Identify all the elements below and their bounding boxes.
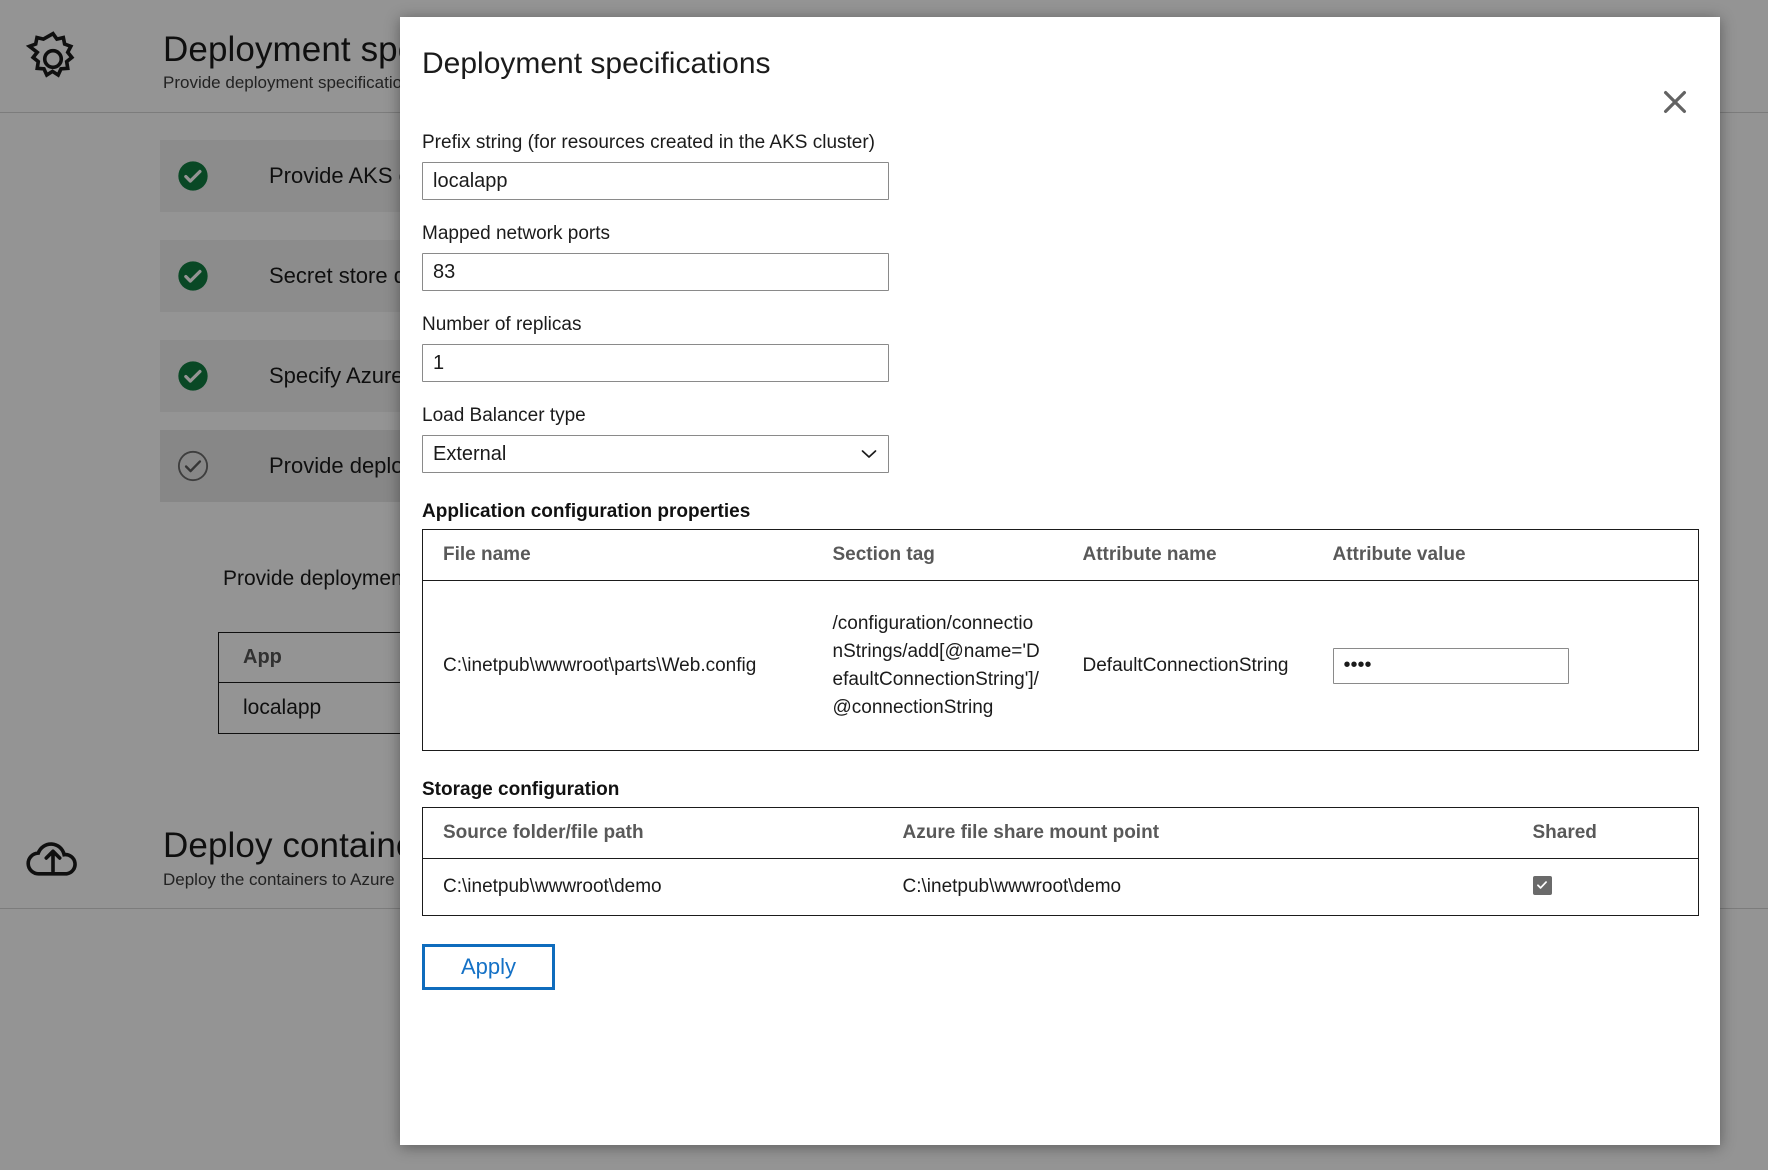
column-header-source-path: Source folder/file path <box>423 808 883 859</box>
deployment-specifications-dialog: Deployment specifications Prefix string … <box>400 17 1720 1145</box>
app-config-section-title: Application configuration properties <box>422 501 1698 523</box>
table-row: C:\inetpub\wwwroot\demo C:\inetpub\wwwro… <box>423 859 1699 916</box>
dialog-form: Prefix string (for resources created in … <box>422 132 1698 990</box>
storage-section-title: Storage configuration <box>422 779 1698 801</box>
attribute-value-input[interactable] <box>1333 648 1569 684</box>
app-config-header-row: File name Section tag Attribute name Att… <box>423 530 1699 581</box>
cell-mount-point: C:\inetpub\wwwroot\demo <box>883 859 1513 916</box>
label-load-balancer-type: Load Balancer type <box>422 405 1698 427</box>
mapped-network-ports-input[interactable] <box>422 253 889 291</box>
field-load-balancer-type: Load Balancer type ExternalInternal <box>422 405 1698 473</box>
table-row: C:\inetpub\wwwroot\parts\Web.config /con… <box>423 581 1699 751</box>
shared-checkbox[interactable] <box>1533 876 1552 895</box>
prefix-string-input[interactable] <box>422 162 889 200</box>
cell-file-name: C:\inetpub\wwwroot\parts\Web.config <box>423 581 813 751</box>
close-icon[interactable] <box>1652 79 1698 125</box>
column-header-shared: Shared <box>1513 808 1699 859</box>
label-mapped-network-ports: Mapped network ports <box>422 223 1698 245</box>
column-header-section-tag: Section tag <box>813 530 1063 581</box>
cell-section-tag: /configuration/connectionStrings/add[@na… <box>813 581 1063 751</box>
column-header-mount-point: Azure file share mount point <box>883 808 1513 859</box>
label-number-of-replicas: Number of replicas <box>422 314 1698 336</box>
column-header-file-name: File name <box>423 530 813 581</box>
cell-attribute-value <box>1313 581 1699 751</box>
load-balancer-type-select[interactable]: ExternalInternal <box>422 435 889 473</box>
storage-config-table: Source folder/file path Azure file share… <box>422 807 1699 916</box>
field-mapped-network-ports: Mapped network ports <box>422 223 1698 291</box>
column-header-attribute-value: Attribute value <box>1313 530 1699 581</box>
cell-shared <box>1513 859 1699 916</box>
column-header-attribute-name: Attribute name <box>1063 530 1313 581</box>
cell-attribute-name: DefaultConnectionString <box>1063 581 1313 751</box>
storage-header-row: Source folder/file path Azure file share… <box>423 808 1699 859</box>
field-prefix-string: Prefix string (for resources created in … <box>422 132 1698 200</box>
app-config-table: File name Section tag Attribute name Att… <box>422 529 1699 751</box>
dialog-title: Deployment specifications <box>422 47 771 81</box>
label-prefix-string: Prefix string (for resources created in … <box>422 132 1698 154</box>
cell-source-path: C:\inetpub\wwwroot\demo <box>423 859 883 916</box>
field-number-of-replicas: Number of replicas <box>422 314 1698 382</box>
apply-button[interactable]: Apply <box>422 944 555 990</box>
number-of-replicas-input[interactable] <box>422 344 889 382</box>
